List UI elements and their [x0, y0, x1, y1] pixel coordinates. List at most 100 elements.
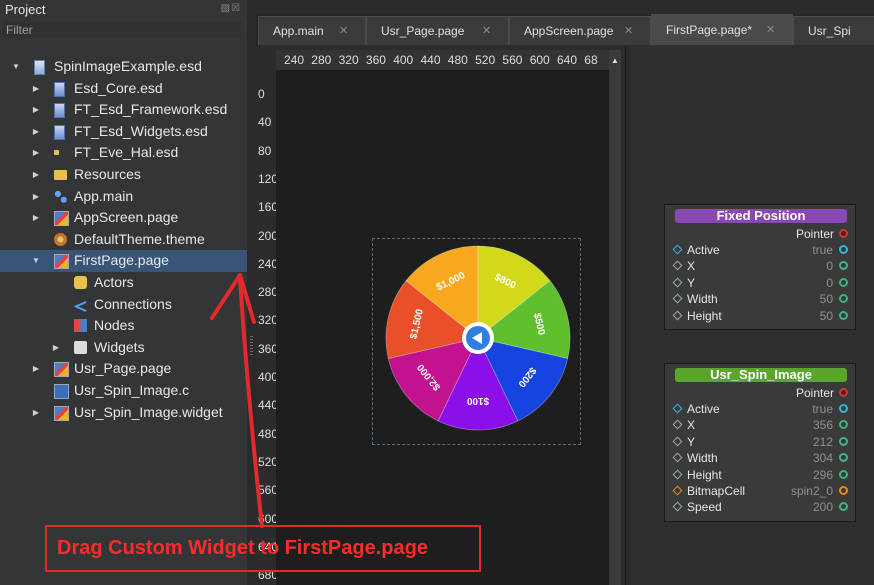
property-value[interactable]: 200	[813, 499, 833, 515]
esd-hal-icon	[54, 150, 59, 156]
output-pin-icon[interactable]	[839, 277, 848, 287]
output-pin-icon[interactable]	[839, 404, 848, 413]
property-value[interactable]: true	[812, 401, 833, 417]
ruler-tick-label: 600	[529, 53, 550, 67]
tree-item[interactable]: ▼ FirstPage.page	[0, 250, 247, 272]
output-pin-icon[interactable]	[839, 436, 848, 446]
output-pin-icon[interactable]	[839, 310, 848, 320]
input-pin-icon[interactable]	[672, 403, 683, 414]
pointer-output-pin-icon[interactable]	[839, 388, 848, 397]
input-pin-icon[interactable]	[672, 310, 683, 321]
input-pin-icon[interactable]	[672, 485, 683, 496]
input-pin-icon[interactable]	[672, 260, 683, 271]
property-value[interactable]: 304	[813, 450, 833, 466]
editor-tab[interactable]: Usr_Page.page ✕	[366, 16, 509, 45]
spin-wheel-image[interactable]: $100$2,000$1,500$1,000 $800$500$200	[383, 243, 573, 433]
tree-item[interactable]: ▶ Usr_Spin_Image.widget	[0, 402, 247, 424]
expand-arrow-icon[interactable]: ▶	[51, 337, 61, 359]
close-tab-icon[interactable]: ✕	[339, 17, 348, 45]
expand-arrow-icon[interactable]: ▶	[31, 164, 41, 186]
tree-item[interactable]: ▼ SpinImageExample.esd	[0, 56, 247, 78]
expand-arrow-icon[interactable]: ▶	[31, 121, 41, 143]
expand-arrow-icon[interactable]: ▶	[31, 186, 41, 208]
design-canvas[interactable]: $100 $2,000 $1,500 $1,000 $800 $500 $200	[276, 70, 609, 585]
input-pin-icon[interactable]	[672, 501, 683, 512]
expand-arrow-icon[interactable]: ▶	[31, 402, 41, 424]
property-value[interactable]: 212	[813, 434, 833, 450]
input-pin-icon[interactable]	[672, 419, 683, 430]
node-property-row: Active true	[665, 242, 855, 258]
editor-tab[interactable]: AppScreen.page ✕	[509, 16, 651, 45]
property-value[interactable]: spin2_0	[791, 483, 833, 499]
filter-input[interactable]	[2, 21, 242, 38]
actors-icon	[74, 275, 87, 289]
output-pin-icon[interactable]	[839, 245, 848, 254]
vertical-scrollbar[interactable]: ▲	[609, 50, 621, 585]
output-pin-icon[interactable]	[839, 469, 848, 479]
tree-item[interactable]: ▶ App.main	[0, 186, 247, 208]
node-property-row: Active true	[665, 401, 855, 417]
tree-item[interactable]: Nodes	[0, 315, 247, 337]
output-pin-icon[interactable]	[839, 420, 848, 430]
property-value[interactable]: 296	[813, 467, 833, 483]
expand-arrow-icon[interactable]: ▶	[31, 78, 41, 100]
close-tab-icon[interactable]: ✕	[766, 15, 775, 45]
editor-tab[interactable]: App.main ✕	[258, 16, 366, 45]
input-pin-icon[interactable]	[672, 244, 683, 255]
logic-node-graph[interactable]: Fixed Position Pointer Active true X 0 Y 0 Width…	[630, 45, 874, 585]
input-pin-icon[interactable]	[672, 469, 683, 480]
close-tab-icon[interactable]: ✕	[482, 17, 491, 45]
node-property-row: Height 296	[665, 467, 855, 483]
output-pin-icon[interactable]	[839, 261, 848, 271]
output-pin-icon[interactable]	[839, 453, 848, 463]
input-pin-icon[interactable]	[672, 277, 683, 288]
logic-node[interactable]: Usr_Spin_Image Pointer Active true X 356 Y 212 W…	[664, 363, 856, 522]
property-value[interactable]: 50	[820, 291, 833, 307]
property-value[interactable]: true	[812, 242, 833, 258]
expand-arrow-icon[interactable]: ▶	[31, 99, 41, 121]
node-pointer-row: Pointer	[665, 385, 855, 401]
property-label: X	[687, 259, 696, 274]
panel-float-close-buttons[interactable]: ▧☒	[221, 3, 241, 14]
property-label: Active	[687, 402, 720, 416]
property-label: Height	[687, 467, 722, 482]
expand-arrow-icon[interactable]: ▶	[31, 207, 41, 229]
logic-node[interactable]: Fixed Position Pointer Active true X 0 Y 0 Width…	[664, 204, 856, 330]
expand-arrow-icon[interactable]: ▶	[31, 142, 41, 164]
tree-item[interactable]: ▶ Usr_Page.page	[0, 358, 247, 380]
input-pin-icon[interactable]	[672, 293, 683, 304]
expand-arrow-icon[interactable]: ▶	[31, 358, 41, 380]
scroll-up-arrow-icon[interactable]: ▲	[611, 56, 619, 65]
editor-tab[interactable]: Usr_Spi	[793, 16, 874, 45]
tree-item[interactable]: ▶ Esd_Core.esd	[0, 78, 247, 100]
property-value[interactable]: 0	[826, 275, 833, 291]
editor-tab[interactable]: FirstPage.page* ✕	[651, 14, 793, 45]
property-value[interactable]: 356	[813, 417, 833, 433]
page-editor: 240 280 320 360 400 440 480 520 560 600 640 68 0 40 8…	[256, 45, 626, 585]
splitter-grip[interactable]	[250, 336, 253, 356]
input-pin-icon[interactable]	[672, 452, 683, 463]
tree-item[interactable]: DefaultTheme.theme	[0, 229, 247, 251]
tree-item[interactable]: ▶ Resources	[0, 164, 247, 186]
output-pin-icon[interactable]	[839, 502, 848, 512]
tree-item[interactable]: ▶ FT_Eve_Hal.esd	[0, 142, 247, 164]
output-pin-icon[interactable]	[839, 294, 848, 304]
tree-item[interactable]: Actors	[0, 272, 247, 294]
tree-item[interactable]: Connections	[0, 294, 247, 316]
node-property-row: X 356	[665, 417, 855, 433]
collapse-arrow-icon[interactable]: ▼	[11, 56, 21, 78]
input-pin-icon[interactable]	[672, 436, 683, 447]
collapse-arrow-icon[interactable]: ▼	[31, 250, 41, 272]
tree-item[interactable]: ▶ AppScreen.page	[0, 207, 247, 229]
tree-item[interactable]: ▶ FT_Esd_Framework.esd	[0, 99, 247, 121]
property-value[interactable]: 50	[820, 308, 833, 324]
property-value[interactable]: 0	[826, 258, 833, 274]
tree-item[interactable]: ▶ Widgets	[0, 337, 247, 359]
pointer-output-pin-icon[interactable]	[839, 229, 848, 238]
panel-splitter[interactable]	[247, 0, 256, 585]
tree-item[interactable]: Usr_Spin_Image.c	[0, 380, 247, 402]
close-tab-icon[interactable]: ✕	[624, 17, 633, 45]
tree-item[interactable]: ▶ FT_Esd_Widgets.esd	[0, 121, 247, 143]
output-pin-icon[interactable]	[839, 486, 848, 495]
spin-image-widget[interactable]: $100 $2,000 $1,500 $1,000 $800 $500 $200	[372, 238, 581, 445]
